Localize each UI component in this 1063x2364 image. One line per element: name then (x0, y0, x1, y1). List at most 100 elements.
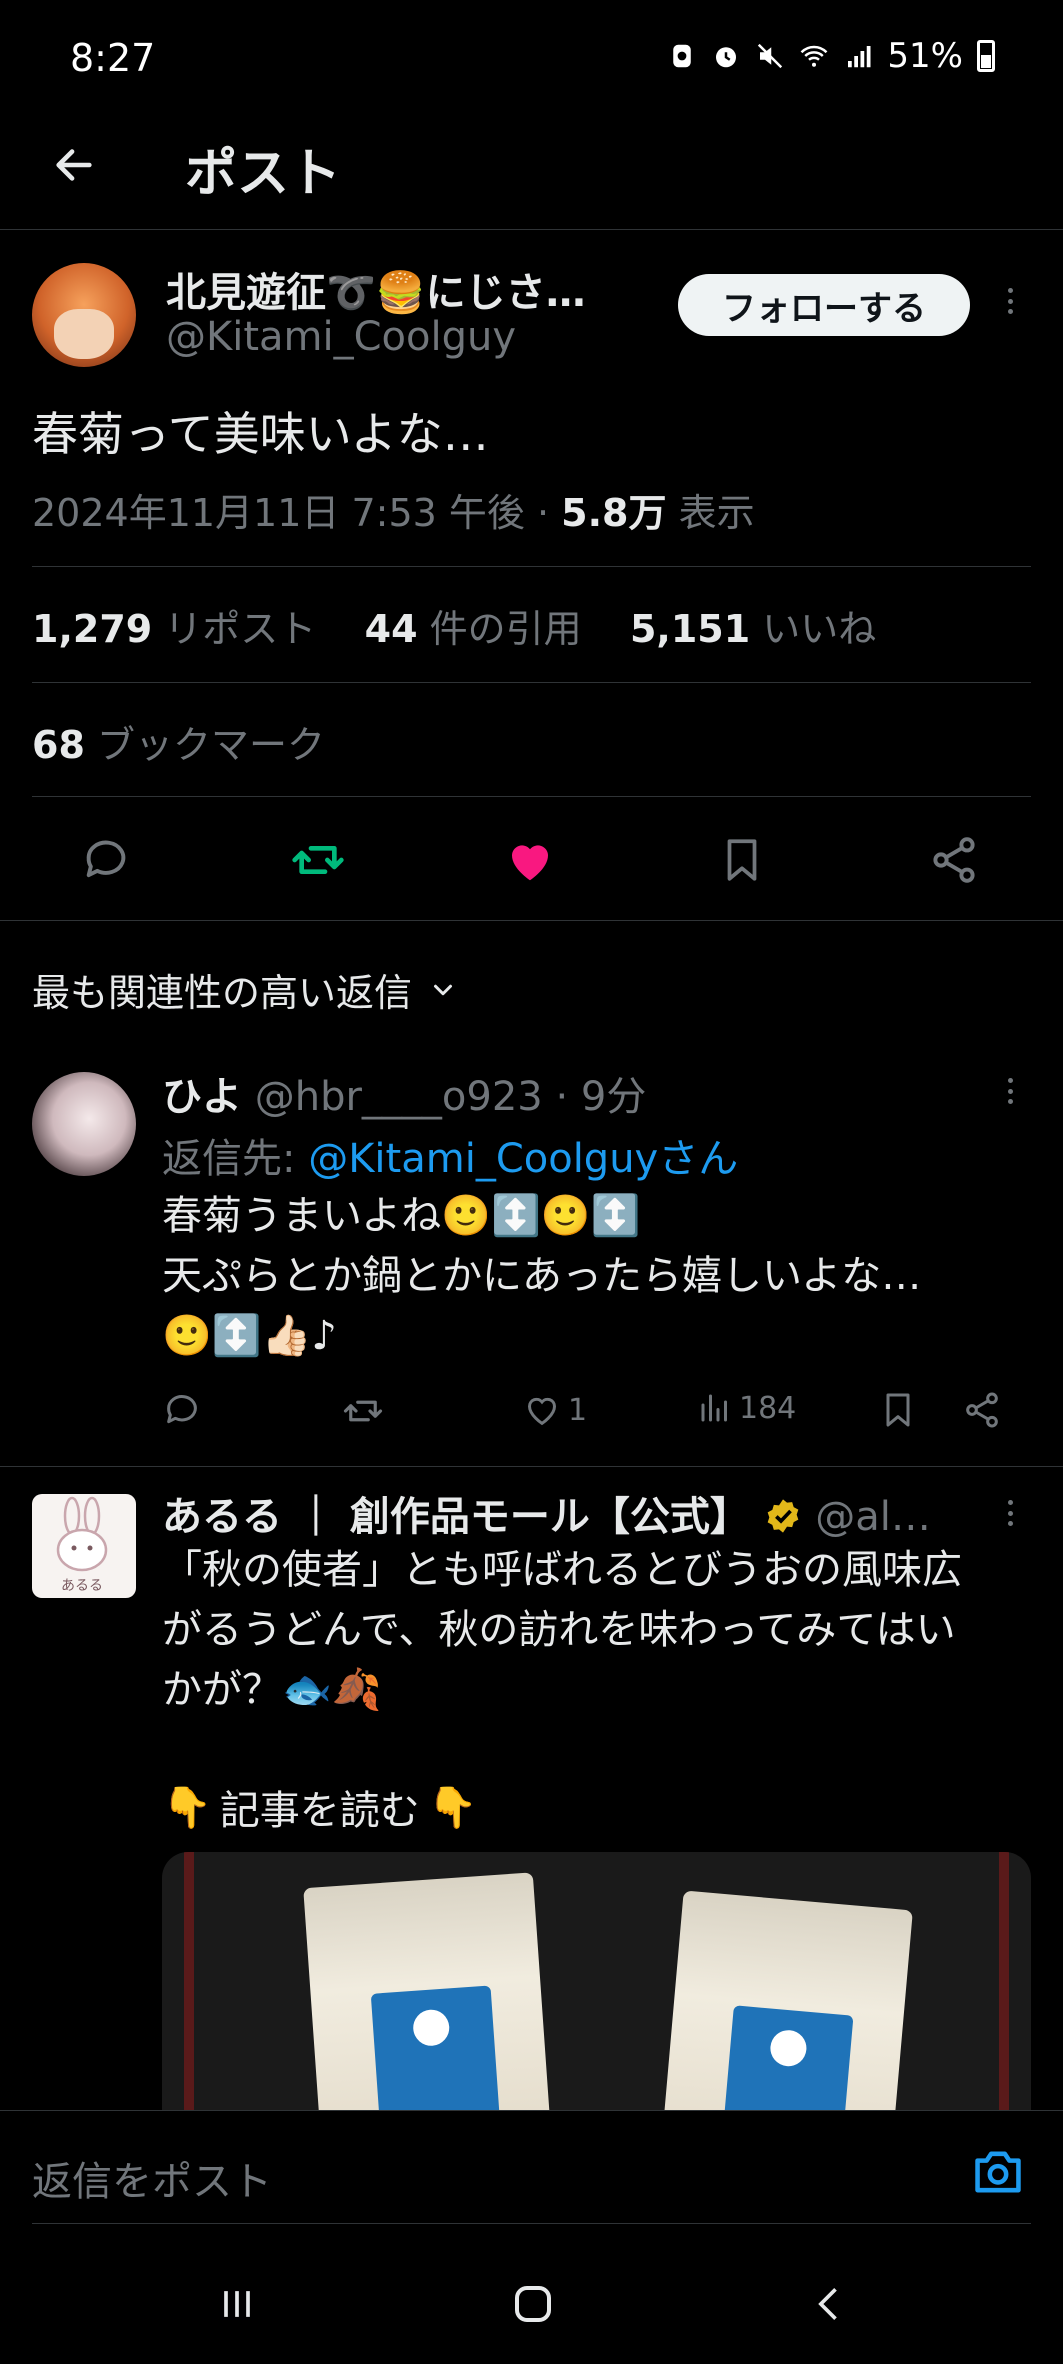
likes-stat[interactable]: 5,151 いいね (630, 607, 876, 651)
package-label (370, 1985, 501, 2112)
author-avatar[interactable] (32, 263, 136, 367)
recents-icon (224, 2291, 250, 2317)
reply-button[interactable] (76, 830, 136, 890)
bookmark-icon (886, 1393, 910, 1427)
reply-like-button[interactable]: 1 (522, 1390, 587, 1430)
ad-author-name[interactable]: あるる ｜ 創作品モール【公式】 (162, 1494, 750, 1540)
status-bar: 8:27 51% (0, 0, 1063, 115)
author-handle[interactable]: @Kitami_Coolguy (166, 314, 516, 360)
point-down-icon: 👇 (162, 1784, 212, 1831)
divider (32, 2223, 1031, 2224)
reply-avatar[interactable] (32, 1072, 136, 1176)
reply-icon (167, 1395, 197, 1424)
share-button[interactable] (924, 830, 984, 890)
reply-more-button[interactable] (995, 1072, 1025, 1122)
point-down-icon: 👇 (427, 1784, 478, 1831)
camera-icon (975, 2151, 1021, 2193)
sort-label: 最も関連性の高い返信 (32, 971, 413, 1015)
follow-button[interactable]: フォローする (678, 274, 970, 336)
divider (32, 682, 1031, 683)
reply-to-link[interactable]: @Kitami_Coolguyさん (308, 1136, 738, 1182)
reply-icon (86, 840, 126, 878)
battery-percent: 51% (887, 36, 963, 76)
tray-edge (999, 1852, 1009, 2112)
divider (32, 796, 1031, 797)
reply-author-name[interactable]: ひよ (162, 1074, 242, 1120)
repost-icon (292, 846, 344, 874)
reposts-stat[interactable]: 1,279 リポスト (32, 607, 316, 651)
battery-icon (977, 40, 995, 72)
reply-share-button[interactable] (962, 1390, 1002, 1430)
reply-views-button[interactable]: 184 (697, 1390, 796, 1426)
signal-icon (848, 46, 871, 68)
reply-header: ひよ @hbr____o923 · 9分 (162, 1064, 646, 1122)
views-icon (701, 1394, 727, 1422)
repost-icon (343, 1400, 383, 1422)
like-button[interactable] (500, 830, 560, 890)
page-title: ポスト (185, 144, 342, 204)
home-button[interactable] (503, 2274, 563, 2334)
heart-outline-icon (527, 1397, 557, 1426)
reply-repost-button[interactable] (342, 1390, 384, 1432)
share-icon (966, 1392, 998, 1428)
tweet-meta: 2024年11月11日 7:53 午後 · 5.8万 表示 (32, 482, 755, 537)
udon-package (303, 1872, 551, 2112)
udon-package (661, 1890, 913, 2112)
reply-to: 返信先: @Kitami_Coolguyさん (162, 1136, 739, 1182)
reply-reply-button[interactable] (162, 1390, 202, 1430)
bookmarks-stat[interactable]: 68 ブックマーク (32, 714, 325, 769)
heart-icon (512, 845, 548, 881)
system-back-button[interactable] (800, 2274, 860, 2334)
verified-badge-icon (767, 1499, 798, 1533)
more-icon (995, 1072, 1025, 1104)
svg-text:あるる: あるる (61, 1578, 103, 1594)
tweet-text: 春菊って美味いよな… (32, 407, 489, 461)
ad-text: 「秋の使者」とも呼ばれるとびうおの風味広 がるうどんで、秋の訪れを味わってみては… (162, 1547, 962, 1713)
chevron-left-icon (818, 2288, 837, 2320)
ad-more-button[interactable] (995, 1494, 1025, 1544)
system-nav-bar (0, 2240, 1063, 2364)
package-label (720, 2005, 854, 2112)
ad-cta-link[interactable]: 👇 記事を読む 👇 (162, 1778, 478, 1836)
ad-header: あるる ｜ 創作品モール【公式】 @al… (162, 1484, 992, 1542)
ad-avatar[interactable]: あるる (32, 1494, 136, 1598)
ad-media-image[interactable] (162, 1852, 1031, 2112)
engagement-stats: 1,279 リポスト 44 件の引用 5,151 いいね (32, 598, 876, 653)
recents-button[interactable] (207, 2274, 267, 2334)
rabbit-logo-icon: あるる (56, 1496, 108, 1594)
divider (0, 920, 1063, 921)
tweet-date[interactable]: 2024年11月11日 7:53 午後 · (32, 491, 561, 535)
author-name[interactable]: 北見遊征➰🍔にじさ… (166, 260, 586, 318)
back-button[interactable] (42, 133, 106, 197)
back-arrow-icon (56, 149, 92, 181)
reply-composer[interactable]: 返信をポスト (0, 2110, 1063, 2224)
more-icon (995, 282, 1025, 314)
tweet-action-bar (0, 800, 1063, 920)
reply-view-count: 184 (739, 1390, 797, 1426)
share-icon (933, 837, 975, 883)
camera-button[interactable] (970, 2147, 1026, 2197)
repost-button[interactable] (288, 830, 348, 890)
reply-sort-dropdown[interactable]: 最も関連性の高い返信 (32, 962, 458, 1017)
wifi-icon (801, 45, 828, 67)
tray-edge (184, 1852, 194, 2112)
divider (0, 1466, 1063, 1467)
bookmark-button[interactable] (712, 830, 772, 890)
top-app-bar: ポスト (0, 115, 1063, 230)
alarm-icon (716, 47, 737, 68)
more-options-button[interactable] (995, 282, 1025, 332)
home-icon (515, 2286, 551, 2322)
reply-action-bar: 1 184 (162, 1390, 1022, 1440)
more-icon (995, 1494, 1025, 1526)
chevron-down-icon (434, 984, 453, 995)
ad-handle[interactable]: @al… (815, 1494, 931, 1540)
quotes-stat[interactable]: 44 件の引用 (365, 607, 582, 651)
reply-handle-time[interactable]: @hbr____o923 · 9分 (242, 1074, 647, 1120)
reply-like-count: 1 (568, 1392, 588, 1428)
reply-input[interactable]: 返信をポスト (32, 2149, 272, 2207)
mute-icon (758, 43, 783, 69)
status-icons: 51% (667, 36, 995, 76)
status-time: 8:27 (70, 36, 156, 80)
bookmark-icon (727, 839, 757, 881)
reply-bookmark-button[interactable] (878, 1390, 918, 1430)
